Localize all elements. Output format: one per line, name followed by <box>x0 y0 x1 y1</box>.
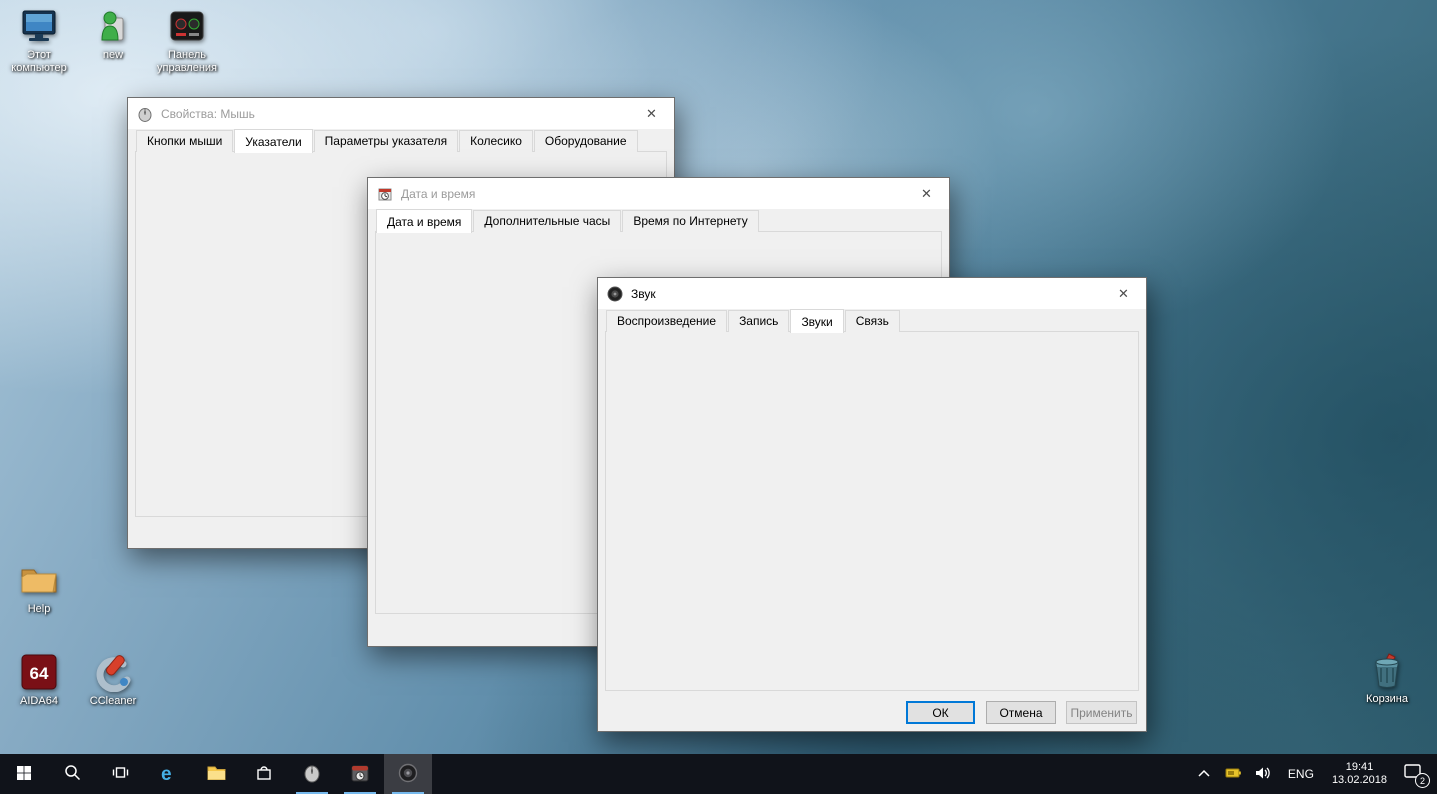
clock-time: 19:41 <box>1332 761 1387 774</box>
calendar-title-icon <box>377 186 393 202</box>
desktop-icon-label: Этот компьютер <box>0 49 78 75</box>
close-icon[interactable]: ✕ <box>629 98 674 129</box>
mouse-title-icon <box>137 106 153 122</box>
desktop-icon-help[interactable]: Help <box>0 560 78 616</box>
store-button[interactable] <box>240 754 288 794</box>
notification-badge: 2 <box>1415 773 1430 788</box>
svg-text:64: 64 <box>30 664 49 683</box>
chevron-up-icon <box>1197 767 1211 781</box>
desktop-icon-label: Help <box>0 603 78 616</box>
tab-recording[interactable]: Запись <box>728 310 789 332</box>
desktop-icon-new[interactable]: new <box>74 6 152 62</box>
monitor-icon <box>0 6 78 46</box>
cancel-button[interactable]: Отмена <box>986 701 1056 724</box>
folder-icon <box>0 560 78 600</box>
search-icon <box>64 764 81 784</box>
tab-sounds[interactable]: Звуки <box>790 309 843 333</box>
desktop-icon-control-panel[interactable]: Панель управления <box>148 6 226 75</box>
tabstrip: Кнопки мыши Указатели Параметры указател… <box>136 129 639 152</box>
button-label: ОК <box>932 706 948 720</box>
tab-wheel[interactable]: Колесико <box>459 130 533 152</box>
battery-icon <box>1225 767 1241 782</box>
taskbar-app-mouse[interactable] <box>288 754 336 794</box>
tab-communications[interactable]: Связь <box>845 310 900 332</box>
window-title: Дата и время <box>401 187 475 201</box>
desktop-icon-ccleaner[interactable]: CCleaner <box>74 652 152 708</box>
aida64-icon: 64 <box>0 652 78 692</box>
tab-pointers[interactable]: Указатели <box>234 129 312 153</box>
tabstrip: Воспроизведение Запись Звуки Связь <box>606 309 901 332</box>
edge-icon: e <box>158 763 178 786</box>
titlebar[interactable]: Дата и время ✕ <box>368 178 949 209</box>
tabstrip: Дата и время Дополнительные часы Время п… <box>376 209 760 232</box>
windows-logo-icon <box>16 765 32 784</box>
taskbar-spacer <box>432 754 1193 794</box>
person-icon <box>74 6 152 46</box>
ccleaner-icon <box>74 652 152 692</box>
speaker-volume-icon <box>1255 766 1272 783</box>
tab-date-time[interactable]: Дата и время <box>376 209 472 233</box>
titlebar[interactable]: Звук ✕ <box>598 278 1146 309</box>
window-title: Звук <box>631 287 656 301</box>
tab-hardware[interactable]: Оборудование <box>534 130 638 152</box>
language-indicator[interactable]: ENG <box>1282 754 1320 794</box>
tab-page <box>605 331 1139 691</box>
apply-button[interactable]: Применить <box>1066 701 1137 724</box>
tab-playback[interactable]: Воспроизведение <box>606 310 727 332</box>
taskbar: e <box>0 754 1437 794</box>
speaker-title-icon <box>607 286 623 302</box>
desktop-icon-label: new <box>74 49 152 62</box>
tab-mouse-buttons[interactable]: Кнопки мыши <box>136 130 233 152</box>
desktop-icon-label: Корзина <box>1348 693 1426 706</box>
desktop-icon-aida64[interactable]: 64 AIDA64 <box>0 652 78 708</box>
desktop-icon-this-pc[interactable]: Этот компьютер <box>0 6 78 75</box>
button-label: Отмена <box>999 706 1042 720</box>
desktop-icon-recycle-bin[interactable]: Корзина <box>1348 650 1426 706</box>
button-label: Применить <box>1070 706 1132 720</box>
system-tray: ENG 19:41 13.02.2018 2 <box>1193 754 1437 794</box>
action-center-button[interactable]: 2 <box>1399 754 1431 794</box>
desktop-icon-label: CCleaner <box>74 695 152 708</box>
desktop-icon-label: AIDA64 <box>0 695 78 708</box>
task-view-button[interactable] <box>96 754 144 794</box>
tab-additional-clocks[interactable]: Дополнительные часы <box>473 210 621 232</box>
folder-icon <box>207 764 226 784</box>
store-bag-icon <box>255 764 273 785</box>
sound-window: Звук ✕ Воспроизведение Запись Звуки Связ… <box>597 277 1147 732</box>
speaker-app-icon <box>398 763 418 786</box>
search-button[interactable] <box>48 754 96 794</box>
file-explorer-button[interactable] <box>192 754 240 794</box>
desktop-icon-label: Панель управления <box>148 49 226 75</box>
tray-volume-button[interactable] <box>1251 754 1276 794</box>
clock-date: 13.02.2018 <box>1332 774 1387 787</box>
recycle-bin-icon <box>1348 650 1426 690</box>
taskbar-app-datetime[interactable] <box>336 754 384 794</box>
start-button[interactable] <box>0 754 48 794</box>
task-view-icon <box>112 765 129 783</box>
tab-pointer-options[interactable]: Параметры указателя <box>314 130 458 152</box>
action-center-icon: 2 <box>1403 763 1427 785</box>
close-icon[interactable]: ✕ <box>904 178 949 209</box>
tab-internet-time[interactable]: Время по Интернету <box>622 210 758 232</box>
tray-battery-button[interactable] <box>1221 754 1245 794</box>
window-title: Свойства: Мышь <box>161 107 255 121</box>
taskbar-clock[interactable]: 19:41 13.02.2018 <box>1326 761 1393 787</box>
tray-chevron-button[interactable] <box>1193 754 1215 794</box>
close-icon[interactable]: ✕ <box>1101 278 1146 309</box>
edge-button[interactable]: e <box>144 754 192 794</box>
mouse-app-icon <box>302 763 322 786</box>
titlebar[interactable]: Свойства: Мышь ✕ <box>128 98 674 129</box>
ok-button[interactable]: ОК <box>906 701 975 724</box>
calendar-app-icon <box>350 763 370 786</box>
control-panel-icon <box>148 6 226 46</box>
taskbar-app-sound[interactable] <box>384 754 432 794</box>
svg-text:e: e <box>161 764 172 783</box>
